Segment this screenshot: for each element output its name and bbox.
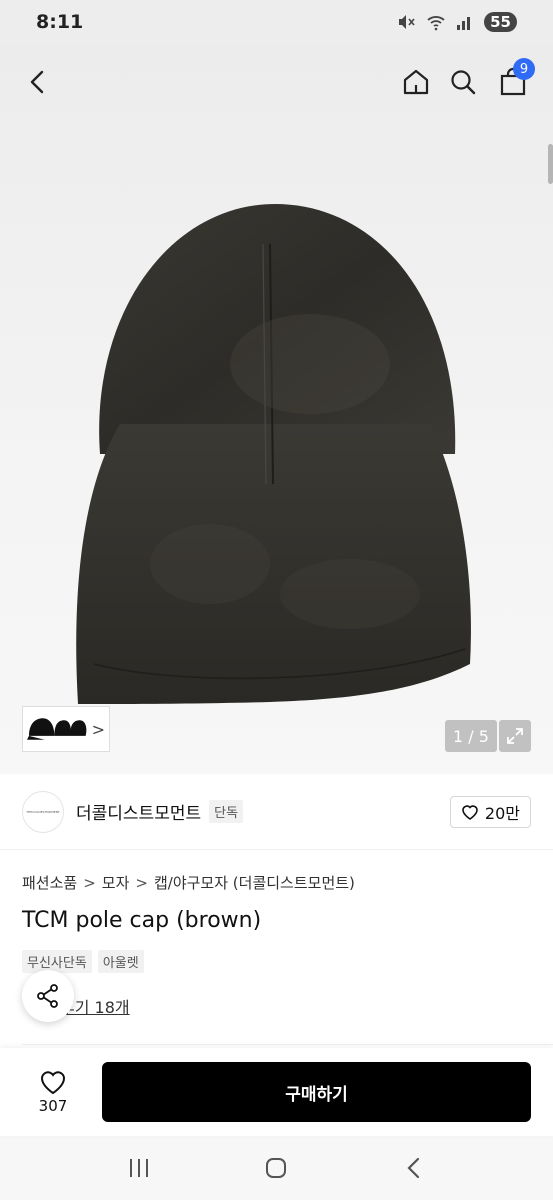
divider	[22, 1044, 553, 1045]
chevron-left-icon	[30, 70, 44, 94]
buy-button[interactable]: 구매하기	[102, 1062, 531, 1122]
brand-like-count: 20만	[484, 803, 520, 823]
thumbnail-arrow: >	[91, 719, 105, 739]
scroll-indicator	[548, 144, 553, 184]
breadcrumb-separator: >	[83, 873, 96, 892]
breadcrumb-item[interactable]: 모자	[102, 872, 130, 893]
signal-icon	[457, 17, 471, 30]
cart-count-badge: 9	[513, 58, 535, 80]
home-nav-icon	[266, 1158, 287, 1178]
thumbnail-strip[interactable]: >	[22, 706, 110, 752]
buy-bar: 307 구매하기	[0, 1048, 553, 1136]
home-icon	[403, 69, 429, 95]
breadcrumb-item[interactable]: 캡/야구모자 (더콜디스트모먼트)	[154, 872, 355, 893]
back-nav-button[interactable]	[392, 1146, 436, 1190]
recent-apps-icon	[129, 1159, 148, 1177]
exclusive-tag: 단독	[209, 800, 244, 823]
heart-icon	[40, 1071, 66, 1095]
wifi-icon	[427, 16, 445, 31]
expand-button[interactable]	[499, 720, 531, 752]
top-nav: 9	[0, 58, 553, 114]
breadcrumb-separator: >	[135, 873, 148, 892]
brand-name[interactable]: 더콜디스트모먼트	[76, 799, 201, 824]
wishlist-button[interactable]: 307	[22, 1069, 84, 1115]
battery-indicator: 55	[484, 12, 517, 32]
thumbnail-caps	[27, 718, 87, 740]
product-tags: 무신사단독 아울렛	[22, 950, 144, 973]
search-icon	[451, 70, 476, 95]
tag-outlet: 아울렛	[97, 950, 144, 973]
product-image-gallery[interactable]: 9 > 1 / 5	[0, 44, 553, 774]
product-title: TCM pole cap (brown)	[22, 908, 262, 933]
brand-row[interactable]: THECOLDESTMOMENT 더콜디스트모먼트 단독 20만	[0, 774, 553, 850]
heart-icon	[462, 804, 478, 820]
mute-icon	[399, 15, 415, 29]
android-nav-bar	[0, 1136, 553, 1200]
share-icon	[37, 984, 58, 1008]
tag-musinsa-exclusive: 무신사단독	[22, 950, 92, 973]
status-time: 8:11	[36, 11, 84, 33]
product-image[interactable]	[60, 194, 480, 714]
share-button[interactable]	[22, 970, 74, 1022]
cart-button[interactable]: 9	[493, 58, 535, 102]
back-button[interactable]	[18, 62, 58, 102]
brand-like-button[interactable]: 20만	[449, 795, 531, 828]
wishlist-count: 307	[38, 1097, 68, 1115]
brand-logo-text: THECOLDESTMOMENT	[26, 809, 60, 814]
status-bar: 8:11 55	[0, 0, 553, 44]
breadcrumb: 패션소품 > 모자 > 캡/야구모자 (더콜디스트모먼트)	[22, 872, 355, 893]
home-nav-button[interactable]	[254, 1146, 298, 1190]
status-icons: 55	[396, 12, 517, 32]
breadcrumb-item[interactable]: 패션소품	[22, 872, 77, 893]
search-button[interactable]	[443, 62, 483, 102]
home-button[interactable]	[396, 62, 436, 102]
image-page-counter: 1 / 5	[445, 720, 497, 752]
brand-logo[interactable]: THECOLDESTMOMENT	[22, 790, 64, 833]
expand-icon	[507, 728, 523, 744]
back-nav-icon	[407, 1157, 420, 1179]
recent-apps-button[interactable]	[117, 1146, 161, 1190]
